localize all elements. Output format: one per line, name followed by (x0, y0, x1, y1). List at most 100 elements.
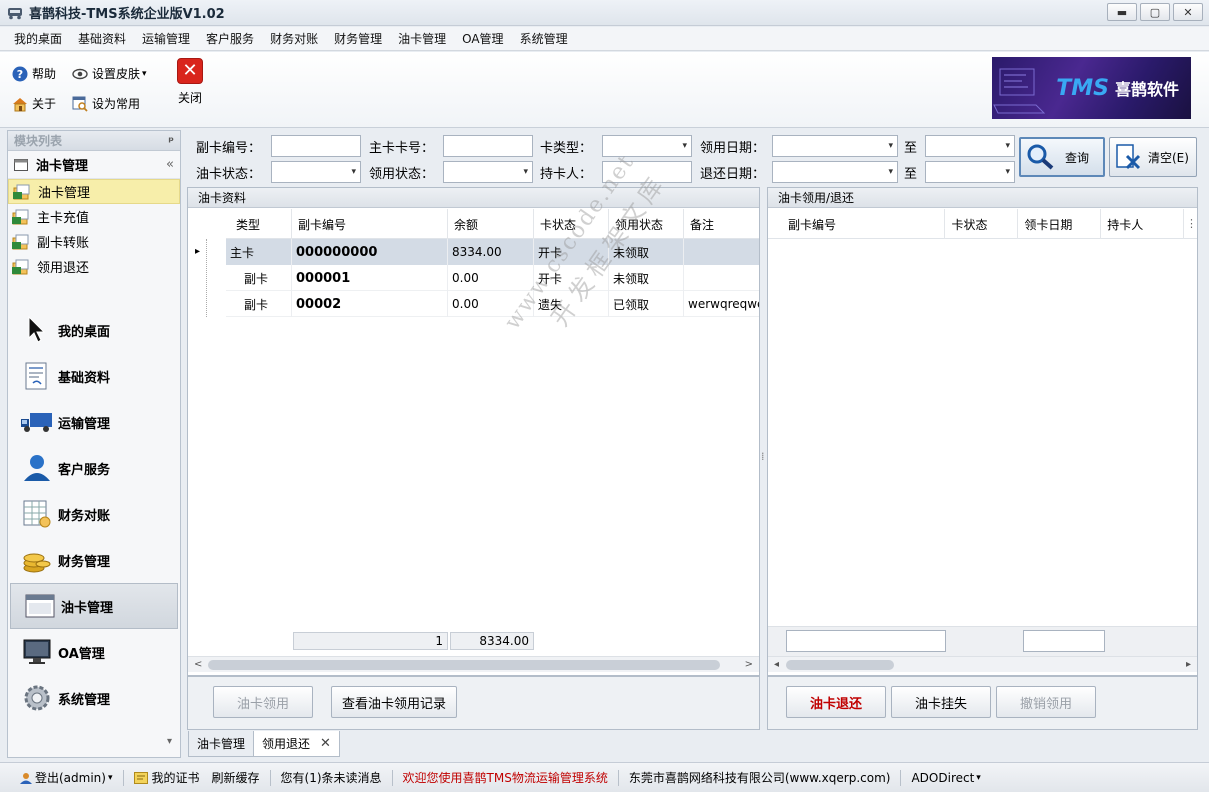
module-list-header: 模块列表 ᵖ (8, 131, 180, 151)
select-card-type[interactable]: ▾ (602, 135, 692, 157)
col-card-status[interactable]: 卡状态 (534, 209, 609, 239)
nav-scroll-down-icon[interactable]: ▾ (167, 736, 172, 747)
col-r-receive-date[interactable]: 领卡日期 (1018, 209, 1102, 239)
col-r-card-status[interactable]: 卡状态 (945, 209, 1019, 239)
nav-customer[interactable]: 客户服务 (8, 445, 180, 491)
query-button[interactable]: 查询 (1019, 137, 1105, 177)
unread-messages-link[interactable]: 您有(1)条未读消息 (275, 769, 388, 786)
scroll-left-icon[interactable]: ◂ (774, 657, 779, 673)
help-button[interactable]: ? 帮助 (12, 65, 56, 82)
col-r-holder[interactable]: 持卡人 (1101, 209, 1184, 239)
col-balance[interactable]: 余额 (448, 209, 534, 239)
nav-oilcard[interactable]: 油卡管理 (10, 583, 178, 629)
eye-icon (72, 68, 88, 79)
input-sub-card-no[interactable] (271, 135, 361, 157)
maximize-button[interactable]: ▢ (1140, 3, 1170, 21)
cell-card-no: 000001 (292, 265, 448, 291)
menu-reconcile[interactable]: 财务对账 (262, 30, 326, 47)
skin-button[interactable]: 设置皮肤 ▾ (72, 65, 147, 82)
subitem-oilcard-manage[interactable]: 油卡管理 (8, 179, 180, 204)
dropdown-arrow-icon: ▾ (682, 141, 687, 151)
close-window-button[interactable]: ✕ (1173, 3, 1203, 21)
oilcard-return-button[interactable]: 油卡退还 (786, 686, 886, 718)
favorite-button[interactable]: 设为常用 (72, 95, 140, 112)
cell-type: 副卡 (226, 291, 292, 317)
table-row[interactable]: 副卡 00002 0.00 遗失 已领取 werwqreqwe (226, 291, 759, 317)
menu-system[interactable]: 系统管理 (512, 30, 576, 47)
oilcard-data-title: 油卡资料 (188, 188, 759, 208)
menu-desktop[interactable]: 我的桌面 (6, 30, 70, 47)
nav-system[interactable]: 系统管理 (8, 675, 180, 721)
input-main-card-no[interactable] (443, 135, 533, 157)
menu-oilcard[interactable]: 油卡管理 (390, 30, 454, 47)
select-oil-status[interactable]: ▾ (271, 161, 361, 183)
collapse-icon[interactable]: « (166, 157, 174, 172)
col-sub-card-no[interactable]: 副卡编号 (292, 209, 448, 239)
view-receive-log-button[interactable]: 查看油卡领用记录 (331, 686, 457, 718)
nav-reconcile[interactable]: 财务对账 (8, 491, 180, 537)
scroll-right-icon[interactable]: ▸ (1186, 657, 1191, 673)
scroll-left-icon[interactable]: < (194, 657, 202, 673)
logo-cn-text: 喜鹊软件 (1114, 80, 1179, 99)
select-receive-status[interactable]: ▾ (443, 161, 533, 183)
col-r-sub-card-no[interactable]: 副卡编号 (768, 209, 946, 239)
cell-balance: 0.00 (448, 291, 534, 317)
clear-button[interactable]: 清空(E) (1109, 137, 1197, 177)
about-button[interactable]: 关于 (12, 95, 56, 112)
cell-status: 开卡 (534, 239, 609, 265)
nav-desktop[interactable]: 我的桌面 (8, 307, 180, 353)
menu-transport[interactable]: 运输管理 (134, 30, 198, 47)
cell-receive: 未领取 (609, 265, 684, 291)
nav-basic-data[interactable]: 基础资料 (8, 353, 180, 399)
right-grid-hscroll[interactable]: ◂ ▸ (768, 656, 1197, 672)
minimize-button[interactable]: ▬ (1107, 3, 1137, 21)
col-type[interactable]: 类型 (226, 209, 292, 239)
close-icon: ✕ (177, 58, 203, 84)
col-receive-status[interactable]: 领用状态 (609, 209, 684, 239)
menu-oa[interactable]: OA管理 (454, 30, 511, 47)
menu-finance[interactable]: 财务管理 (326, 30, 390, 47)
input-holder[interactable] (602, 161, 692, 183)
select-receive-date-to[interactable]: ▾ (925, 135, 1015, 157)
coins-icon (23, 553, 51, 573)
table-row[interactable]: 副卡 000001 0.00 开卡 未领取 (226, 265, 759, 291)
menu-basic-data[interactable]: 基础资料 (70, 30, 134, 47)
scroll-thumb[interactable] (208, 660, 720, 670)
nav-oa[interactable]: OA管理 (8, 629, 180, 675)
cell-note (684, 265, 759, 291)
pin-icon[interactable]: ᵖ (168, 134, 174, 148)
scroll-thumb[interactable] (786, 660, 894, 670)
logout-menu[interactable]: 登出(admin) ▾ (14, 769, 119, 786)
brand-logo: TMS 喜鹊软件 (992, 57, 1191, 119)
left-grid-hscroll[interactable]: < > (188, 656, 759, 672)
close-tab-icon[interactable]: ✕ (320, 736, 331, 751)
nav-transport[interactable]: 运输管理 (8, 399, 180, 445)
oilcard-receive-button[interactable]: 油卡领用 (213, 686, 313, 718)
select-return-date-from[interactable]: ▾ (772, 161, 898, 183)
refresh-cache-link[interactable]: 刷新缓存 (206, 769, 266, 786)
tab-oilcard-manage[interactable]: 油卡管理 (188, 731, 255, 757)
splitter-grip-icon[interactable]: ⁞ (761, 450, 765, 463)
cancel-receive-button[interactable]: 撤销领用 (996, 686, 1096, 718)
nav-finance[interactable]: 财务管理 (8, 537, 180, 583)
oilcard-report-loss-button[interactable]: 油卡挂失 (891, 686, 991, 718)
tab-receive-return[interactable]: 领用退还 ✕ (253, 731, 340, 757)
select-return-date-to[interactable]: ▾ (925, 161, 1015, 183)
right-grid-footer (768, 626, 1197, 656)
scroll-right-icon[interactable]: > (745, 657, 753, 673)
menu-customer[interactable]: 客户服务 (198, 30, 262, 47)
close-module-button[interactable]: ✕ 关闭 (172, 58, 208, 106)
module-group-oilcard[interactable]: 油卡管理 « (8, 151, 180, 179)
table-row[interactable]: 主卡 000000000 8334.00 开卡 未领取 (226, 239, 759, 265)
more-columns-icon[interactable]: ⋮ (1186, 209, 1197, 238)
card-folder-icon (12, 234, 29, 249)
col-note[interactable]: 备注 (684, 209, 759, 239)
subitem-receive-return[interactable]: 领用退还 (8, 254, 180, 279)
dropdown-arrow-icon: ▾ (976, 772, 981, 783)
db-connection-menu[interactable]: ADODirect ▾ (905, 771, 986, 785)
subitem-sub-card-transfer[interactable]: 副卡转账 (8, 229, 180, 254)
subitem-main-card-recharge[interactable]: 主卡充值 (8, 204, 180, 229)
certificate-link[interactable]: 我的证书 (128, 769, 206, 786)
select-receive-date-from[interactable]: ▾ (772, 135, 898, 157)
module-list-panel: 模块列表 ᵖ 油卡管理 « 油卡管理 主卡充值 副卡转账 领用退还 我的桌面 基… (7, 130, 181, 758)
